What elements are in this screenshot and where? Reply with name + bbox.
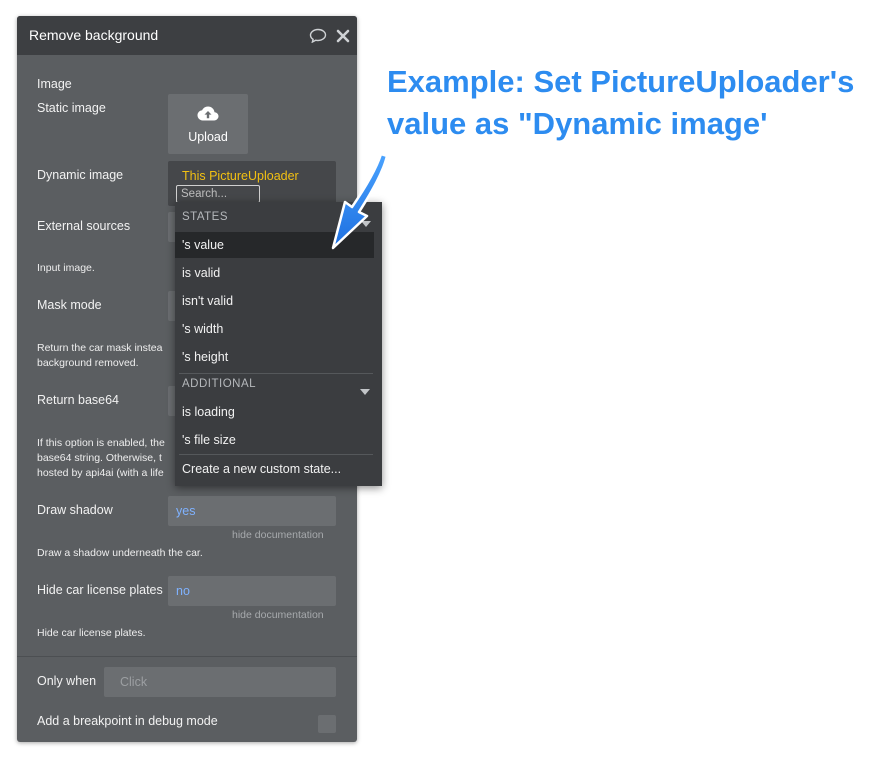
dropdown-item-is-valid[interactable]: is valid	[175, 260, 374, 286]
external-sources-label: External sources	[37, 219, 131, 233]
comment-icon[interactable]	[309, 28, 327, 48]
upload-label: Upload	[188, 130, 228, 144]
panel-header: Remove background	[17, 16, 357, 55]
input-image-doc: Input image.	[37, 262, 95, 274]
draw-shadow-doc: Draw a shadow underneath the car.	[37, 547, 203, 559]
return-base64-doc-2: base64 string. Otherwise, t	[37, 452, 162, 464]
expression-search-input[interactable]	[176, 185, 260, 203]
create-custom-state-item[interactable]: Create a new custom state...	[175, 456, 374, 482]
additional-section-header: ADDITIONAL	[182, 378, 257, 390]
cloud-upload-icon	[197, 105, 219, 128]
chevron-down-icon[interactable]	[360, 382, 370, 400]
close-icon[interactable]	[336, 29, 350, 48]
image-section-label: Image	[37, 77, 72, 91]
dropdown-item-height[interactable]: 's height	[175, 344, 374, 370]
section-divider	[17, 656, 357, 657]
return-base64-doc-1: If this option is enabled, the	[37, 437, 165, 449]
static-image-label: Static image	[37, 101, 106, 115]
dynamic-image-field[interactable]: This PictureUploader	[168, 161, 336, 206]
draw-shadow-field[interactable]: yes	[168, 496, 336, 526]
dynamic-image-value: This PictureUploader	[182, 169, 299, 183]
hide-plates-doc: Hide car license plates.	[37, 627, 146, 639]
hide-plates-label: Hide car license plates	[37, 583, 163, 597]
mask-mode-doc-2: background removed.	[37, 357, 139, 369]
panel-title: Remove background	[29, 27, 159, 43]
breakpoint-label: Add a breakpoint in debug mode	[37, 714, 218, 728]
draw-shadow-label: Draw shadow	[37, 503, 113, 517]
dropdown-item-width[interactable]: 's width	[175, 316, 374, 342]
annotation-line-1: Example: Set PictureUploader's	[387, 64, 855, 99]
mask-mode-label: Mask mode	[37, 298, 102, 312]
mask-mode-doc-1: Return the car mask instea	[37, 342, 163, 354]
return-base64-label: Return base64	[37, 393, 120, 407]
breakpoint-checkbox[interactable]	[318, 715, 336, 733]
annotation-arrow-icon	[331, 152, 389, 250]
dropdown-item-file-size[interactable]: 's file size	[175, 427, 374, 453]
dropdown-separator	[179, 454, 373, 455]
dropdown-item-isnt-valid[interactable]: isn't valid	[175, 288, 374, 314]
upload-button[interactable]: Upload	[168, 94, 248, 154]
return-base64-doc-3: hosted by api4ai (with a life	[37, 467, 164, 479]
states-section-header: STATES	[182, 211, 229, 223]
only-when-label: Only when	[37, 674, 97, 688]
hide-plates-field[interactable]: no	[168, 576, 336, 606]
annotation-line-2: value as "Dynamic image'	[387, 106, 768, 141]
dropdown-item-is-loading[interactable]: is loading	[175, 399, 374, 425]
hide-plates-hide-doc-link[interactable]: hide documentation	[232, 609, 324, 621]
dropdown-separator	[179, 373, 373, 374]
draw-shadow-hide-doc-link[interactable]: hide documentation	[232, 529, 324, 541]
dynamic-image-label: Dynamic image	[37, 168, 124, 182]
only-when-field[interactable]: Click	[104, 667, 336, 697]
